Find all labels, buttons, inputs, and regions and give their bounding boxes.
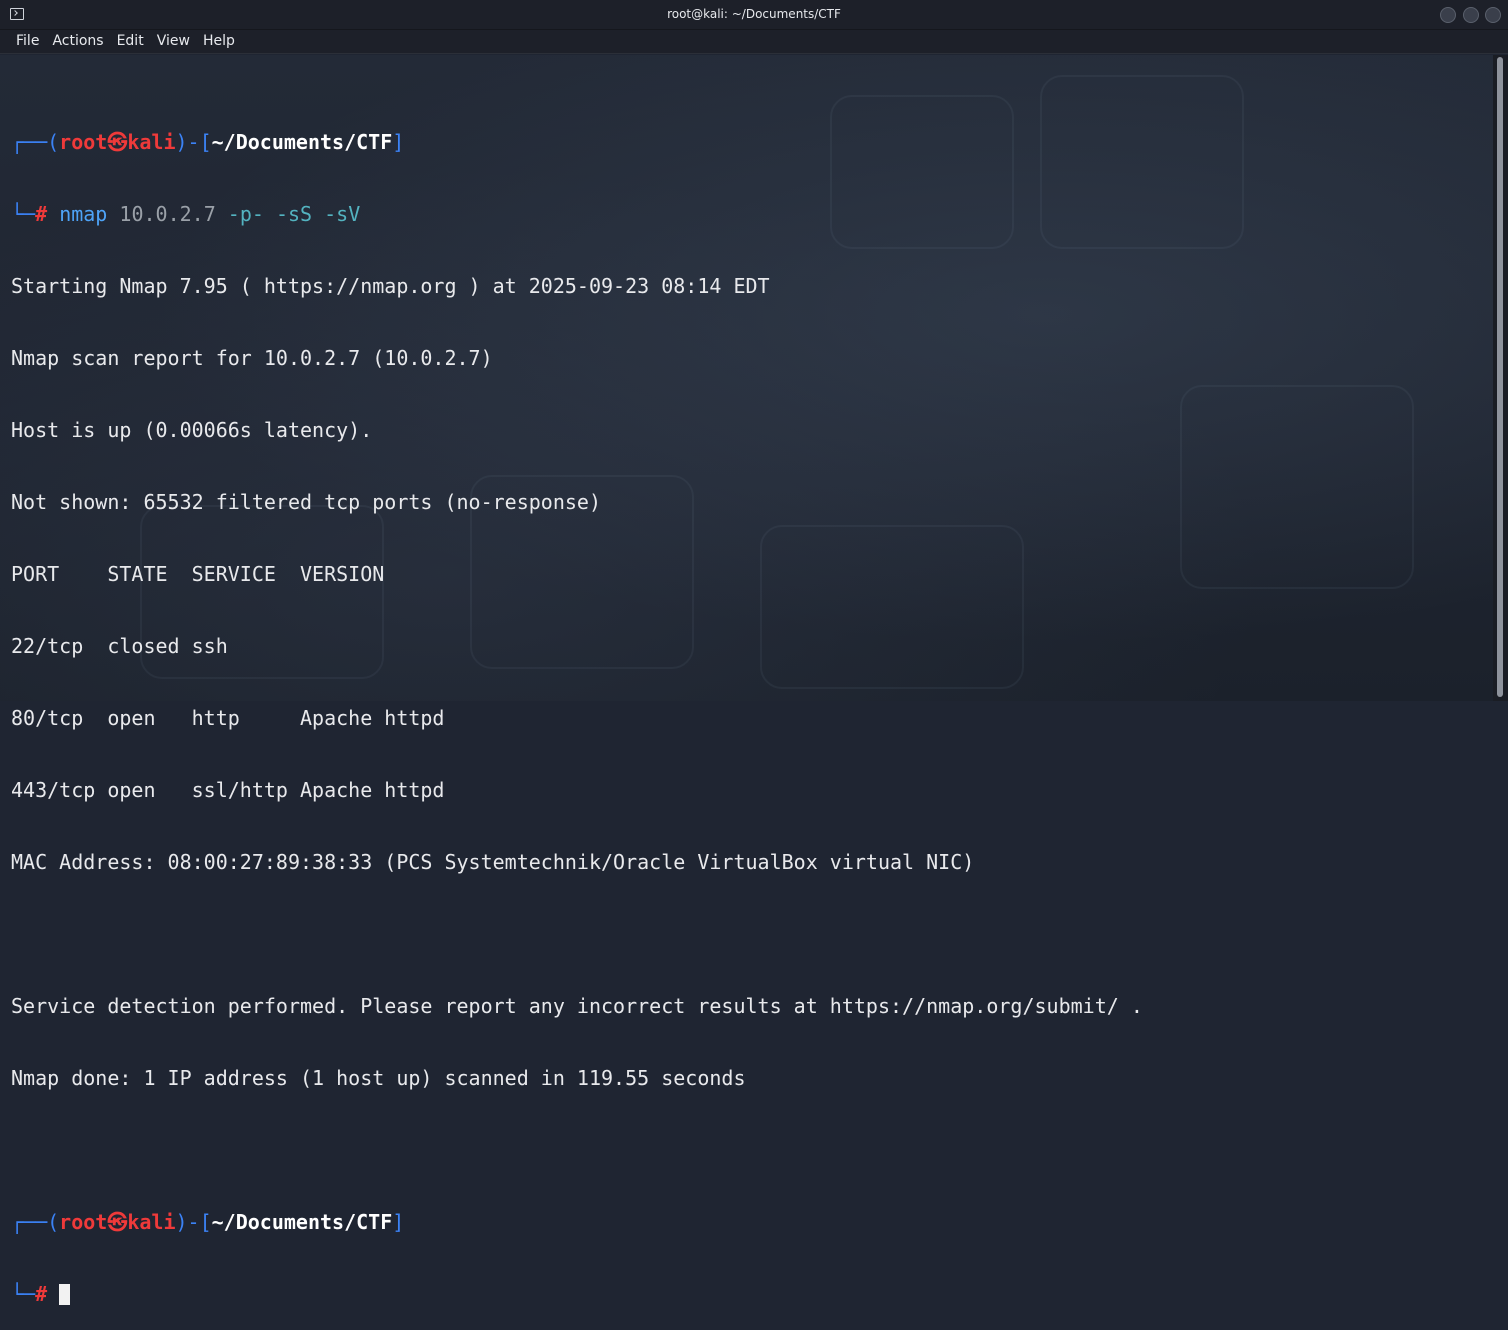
output-line: Nmap done: 1 IP address (1 host up) scan… xyxy=(11,1066,746,1090)
minimize-button[interactable] xyxy=(1440,7,1456,23)
prompt-frame: ┌──( xyxy=(11,1210,60,1234)
output-line: Service detection performed. Please repo… xyxy=(11,994,1143,1018)
prompt-path: ~/Documents/CTF xyxy=(211,1210,393,1234)
prompt-frame: )-[ xyxy=(175,130,212,154)
menu-help[interactable]: Help xyxy=(203,30,235,49)
prompt-line-top: ┌──(root㉿kali)-[~/Documents/CTF] xyxy=(11,1210,1143,1234)
prompt-user: root xyxy=(59,130,108,154)
menu-file[interactable]: File xyxy=(16,30,39,49)
prompt-frame: ] xyxy=(392,130,405,154)
scrollbar[interactable] xyxy=(1493,55,1508,701)
prompt-user: root xyxy=(59,1210,108,1234)
text-cursor[interactable] xyxy=(59,1284,71,1305)
input-line[interactable]: └─# xyxy=(11,1282,1143,1306)
output-line: Not shown: 65532 filtered tcp ports (no-… xyxy=(11,490,602,514)
scrollbar-thumb[interactable] xyxy=(1497,57,1503,697)
command-target: 10.0.2.7 xyxy=(119,202,216,226)
output-line: Host is up (0.00066s latency). xyxy=(11,418,373,442)
prompt-at-symbol: ㉿ xyxy=(107,1210,128,1234)
prompt-frame: ┌──( xyxy=(11,130,60,154)
command-line: └─# nmap 10.0.2.7 -p- -sS -sV xyxy=(11,202,1143,226)
output-line: Nmap scan report for 10.0.2.7 (10.0.2.7) xyxy=(11,346,493,370)
prompt-frame: └─ xyxy=(11,1282,36,1306)
menu-actions[interactable]: Actions xyxy=(52,30,103,49)
menu-view[interactable]: View xyxy=(157,30,190,49)
prompt-path: ~/Documents/CTF xyxy=(211,130,393,154)
prompt-frame: ] xyxy=(392,1210,405,1234)
prompt-host: kali xyxy=(127,1210,176,1234)
menu-bar: File Actions Edit View Help xyxy=(0,30,1508,54)
prompt-frame: └─ xyxy=(11,202,36,226)
maximize-button[interactable] xyxy=(1463,7,1479,23)
output-line: 22/tcp closed ssh xyxy=(11,634,228,658)
background-key-shape xyxy=(1180,385,1414,589)
output-line: PORT STATE SERVICE VERSION xyxy=(11,562,385,586)
window-title: root@kali: ~/Documents/CTF xyxy=(667,7,841,21)
output-line: 80/tcp open http Apache httpd xyxy=(11,706,445,730)
prompt-at-symbol: ㉿ xyxy=(107,130,128,154)
prompt-host: kali xyxy=(127,130,176,154)
command-name: nmap xyxy=(59,202,108,226)
menu-edit[interactable]: Edit xyxy=(117,30,144,49)
prompt-line-top: ┌──(root㉿kali)-[~/Documents/CTF] xyxy=(11,130,1143,154)
prompt-frame: )-[ xyxy=(175,1210,212,1234)
prompt-hash: # xyxy=(35,1282,48,1306)
output-line: Starting Nmap 7.95 ( https://nmap.org ) … xyxy=(11,274,770,298)
command-options: -p- -sS -sV xyxy=(227,202,361,226)
terminal-output[interactable]: ┌──(root㉿kali)-[~/Documents/CTF] └─# nma… xyxy=(11,82,1143,1330)
close-button[interactable] xyxy=(1485,7,1501,23)
output-line: 443/tcp open ssl/http Apache httpd xyxy=(11,778,445,802)
title-bar: root@kali: ~/Documents/CTF xyxy=(0,0,1508,30)
prompt-hash: # xyxy=(35,202,48,226)
output-line: MAC Address: 08:00:27:89:38:33 (PCS Syst… xyxy=(11,850,975,874)
